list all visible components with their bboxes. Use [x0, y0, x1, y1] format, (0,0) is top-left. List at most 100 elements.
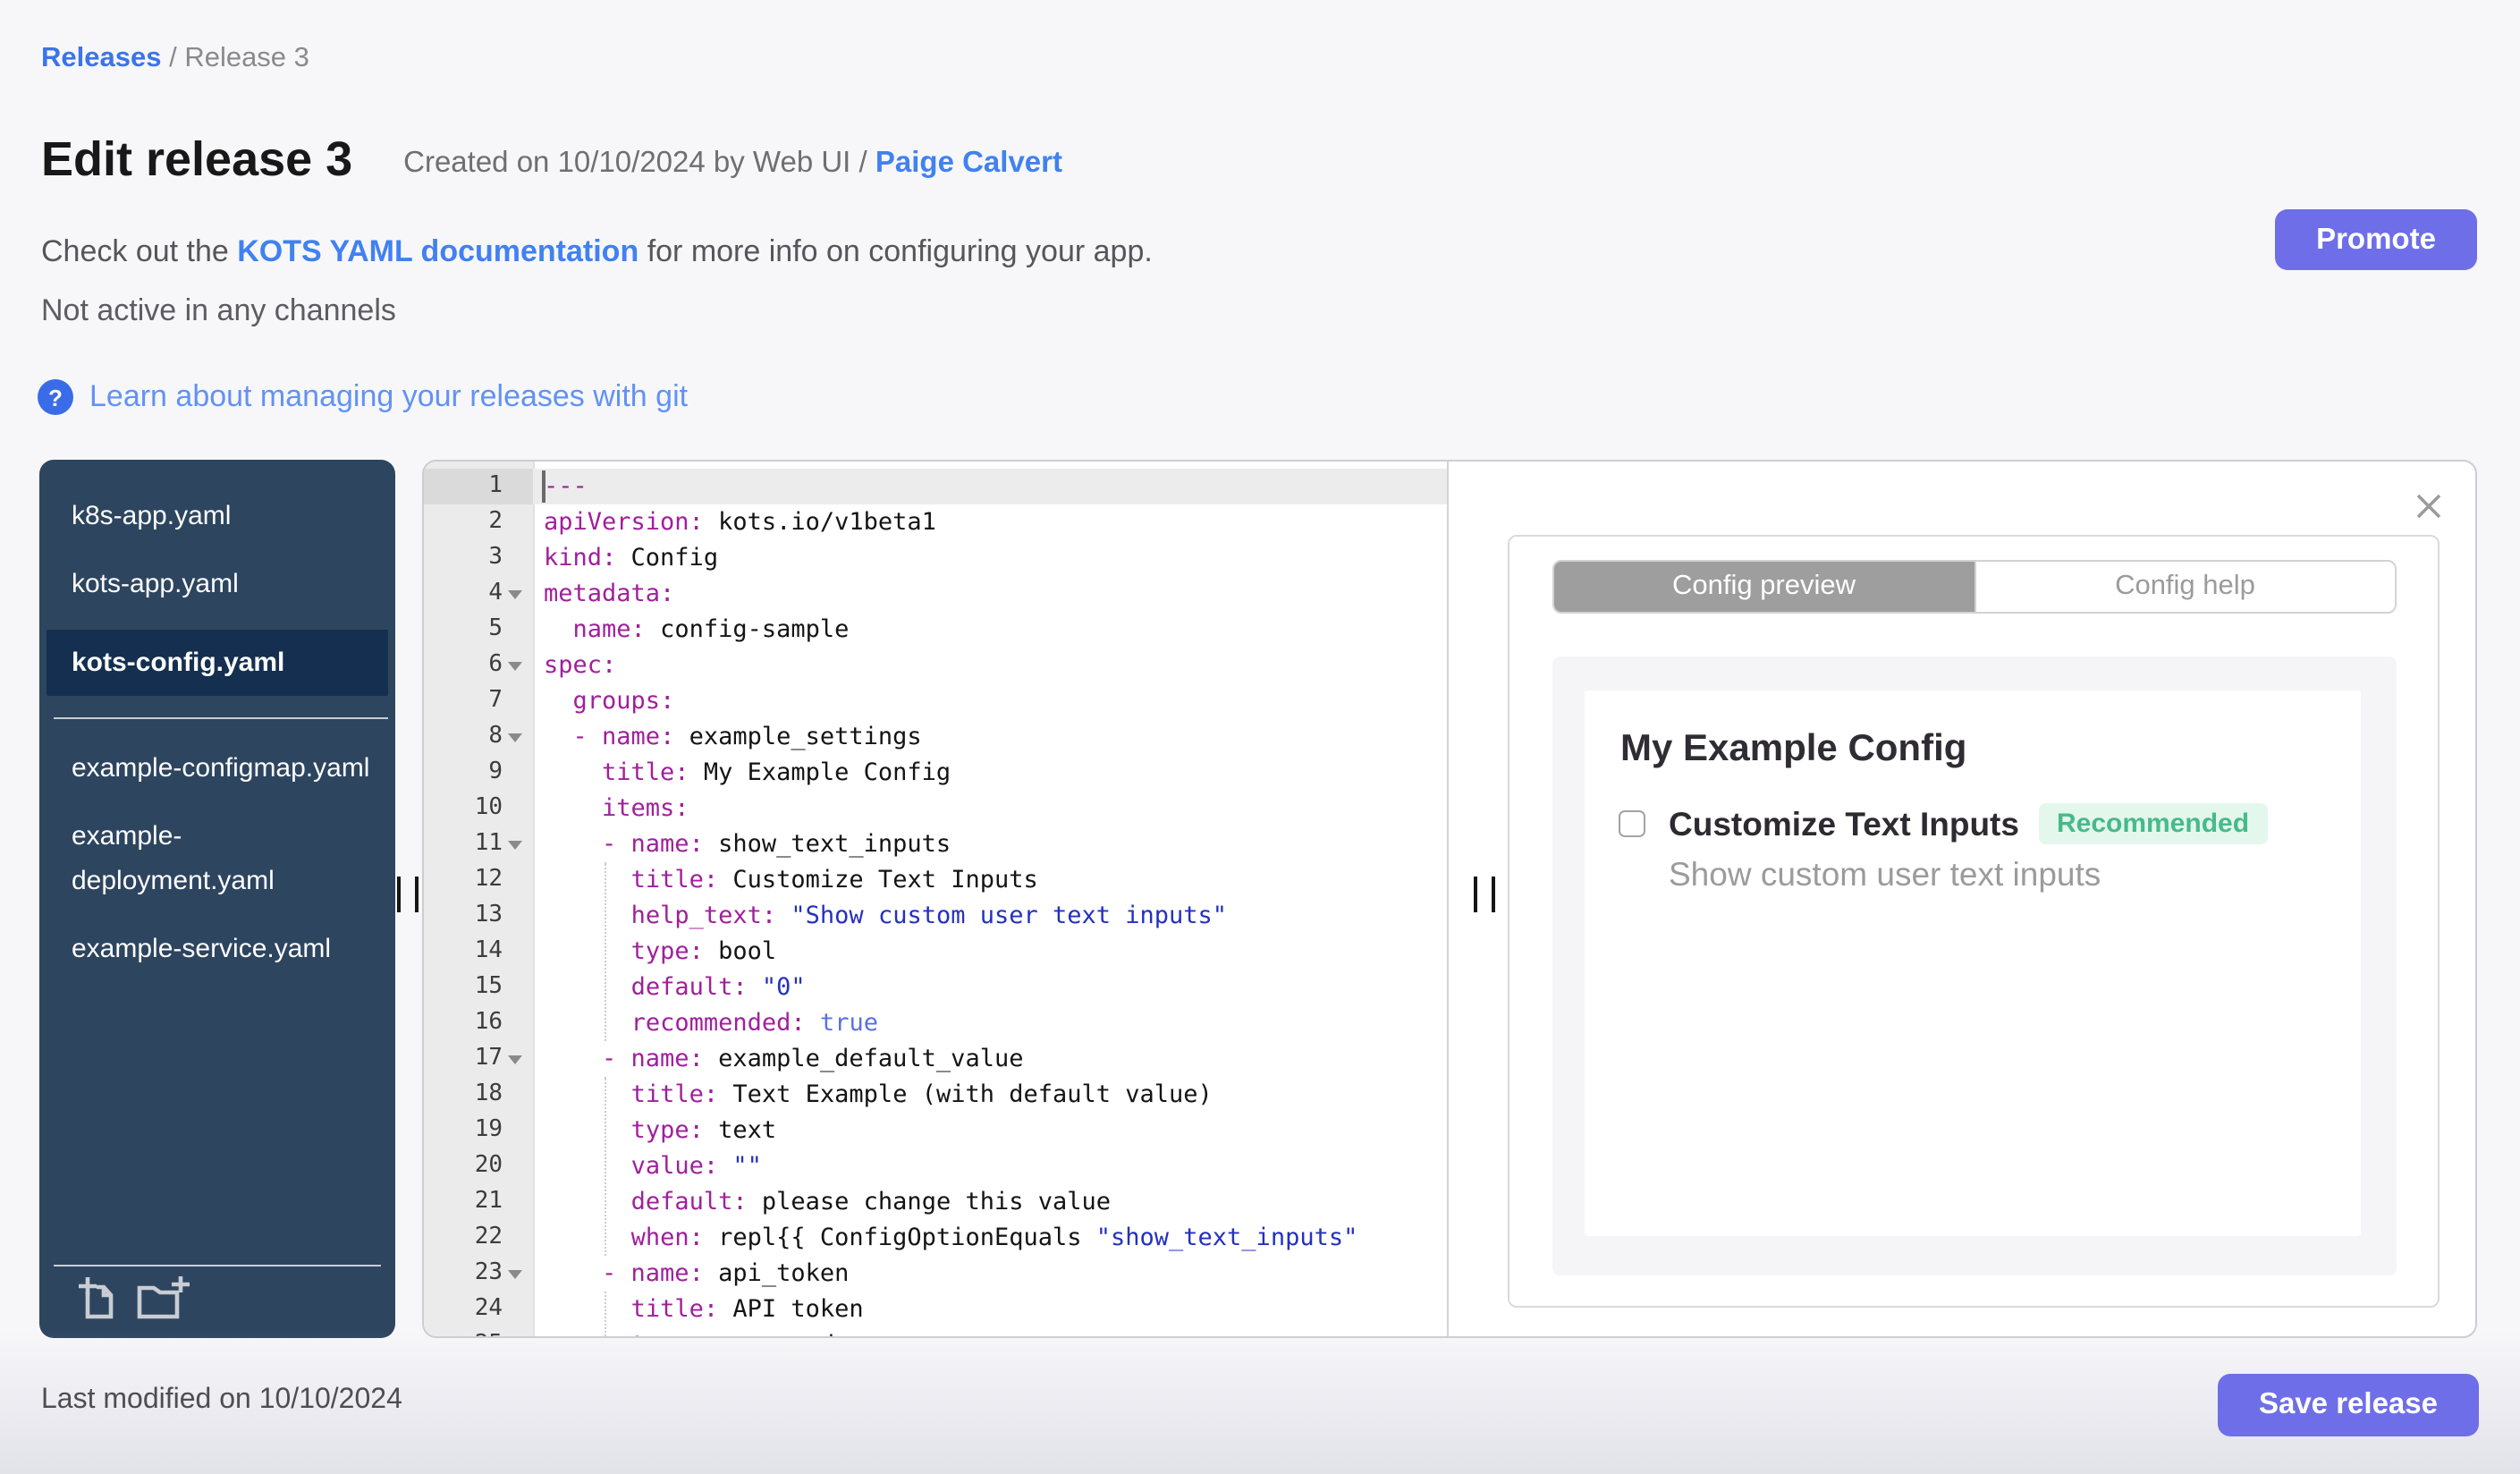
code-line[interactable]: 11 - name: show_text_inputs: [424, 826, 1447, 862]
sidebar-resize-handle-bar[interactable]: [396, 877, 401, 912]
sidebar-resize-handle-bar[interactable]: [414, 877, 419, 912]
last-modified-text: Last modified on 10/10/2024: [41, 1385, 402, 1415]
created-text: Created on 10/10/2024 by Web UI /: [403, 147, 875, 179]
code-text: default: please change this value: [630, 1188, 1112, 1216]
file-tree-bottom-divider: [54, 1265, 381, 1266]
file-tree-item-k8s-app.yaml[interactable]: k8s-app.yaml: [39, 494, 376, 538]
breadcrumb-releases-link[interactable]: Releases: [41, 43, 161, 73]
config-group-card: My Example Config Customize Text Inputs …: [1585, 690, 2361, 1236]
code-line[interactable]: 3 kind: Config: [424, 540, 1447, 576]
code-line[interactable]: 22 when: repl{{ ConfigOptionEquals "show…: [424, 1220, 1447, 1256]
close-icon[interactable]: [2414, 492, 2443, 521]
code-text: - name: api_token: [602, 1259, 850, 1288]
add-folder-icon[interactable]: [136, 1275, 191, 1320]
fold-arrow-icon[interactable]: [508, 1270, 522, 1279]
code-text: title: My Example Config: [602, 758, 951, 787]
file-tree-item-example-service.yaml[interactable]: example-service.yaml: [39, 927, 376, 971]
code-line[interactable]: 5 name: config-sample: [424, 612, 1447, 648]
git-help-label: Learn about managing your releases with …: [89, 379, 689, 413]
file-tree-item-kots-config.yaml[interactable]: kots-config.yaml: [47, 630, 388, 696]
kots-yaml-docs-link[interactable]: KOTS YAML documentation: [237, 234, 638, 268]
code-text: title: API token: [630, 1295, 864, 1324]
line-number: 14: [424, 934, 533, 970]
code-line[interactable]: 16 recommended: true: [424, 1005, 1447, 1041]
code-line[interactable]: 10 items:: [424, 791, 1447, 826]
line-number: 20: [424, 1148, 533, 1184]
code-text: name: config-sample: [572, 615, 850, 644]
code-line[interactable]: 17 - name: example_default_value: [424, 1041, 1447, 1077]
preview-resize-handle-bar[interactable]: [1491, 877, 1495, 912]
code-line[interactable]: 23 - name: api_token: [424, 1256, 1447, 1292]
fold-arrow-icon[interactable]: [508, 1055, 522, 1064]
code-text: items:: [602, 794, 689, 823]
docs-suffix: for more info on configuring your app.: [638, 234, 1153, 268]
add-file-icon[interactable]: [77, 1275, 118, 1320]
code-line[interactable]: 4 metadata:: [424, 576, 1447, 612]
file-tree-divider: [54, 717, 388, 719]
line-number: 2: [424, 504, 533, 540]
code-line[interactable]: 12 title: Customize Text Inputs: [424, 862, 1447, 898]
customize-text-inputs-checkbox[interactable]: [1619, 810, 1645, 837]
file-tree-item-kots-app.yaml[interactable]: kots-app.yaml: [39, 562, 376, 606]
code-text: recommended: true: [630, 1009, 878, 1038]
code-line[interactable]: 19 type: text: [424, 1113, 1447, 1148]
code-line[interactable]: 15 default: "0": [424, 970, 1447, 1005]
code-text: value: "": [630, 1152, 762, 1181]
code-line[interactable]: 2 apiVersion: kots.io/v1beta1: [424, 504, 1447, 540]
indent-guide: [605, 1077, 606, 1256]
line-number: 13: [424, 898, 533, 934]
text-cursor: [542, 470, 545, 503]
code-line[interactable]: 7 groups:: [424, 683, 1447, 719]
code-line[interactable]: 20 value: "": [424, 1148, 1447, 1184]
code-text: type: bool: [630, 937, 777, 966]
file-tree-item-example-deployment.yaml[interactable]: example-deployment.yaml: [39, 814, 376, 903]
code-line[interactable]: 9 title: My Example Config: [424, 755, 1447, 791]
code-line[interactable]: 13 help_text: "Show custom user text inp…: [424, 898, 1447, 934]
created-by-link[interactable]: Paige Calvert: [875, 147, 1062, 179]
line-number: 21: [424, 1184, 533, 1220]
code-text: help_text: "Show custom user text inputs…: [630, 902, 1228, 930]
question-mark-icon: ?: [38, 379, 73, 415]
code-line[interactable]: 21 default: please change this value: [424, 1184, 1447, 1220]
line-number: 10: [424, 791, 533, 826]
config-item-label: Customize Text Inputs: [1669, 804, 2019, 842]
page-title: Edit release 3: [41, 132, 353, 186]
line-number: 9: [424, 755, 533, 791]
code-line[interactable]: 8 - name: example_settings: [424, 719, 1447, 755]
docs-prefix: Check out the: [41, 234, 238, 268]
line-number: 19: [424, 1113, 533, 1148]
code-line[interactable]: 24 title: API token: [424, 1292, 1447, 1327]
code-line[interactable]: 14 type: bool: [424, 934, 1447, 970]
fold-arrow-icon[interactable]: [508, 733, 522, 742]
tab-config-help[interactable]: Config help: [1974, 562, 2395, 612]
line-number: 7: [424, 683, 533, 719]
docs-line: Check out the KOTS YAML documentation fo…: [41, 234, 1153, 270]
breadcrumb-separator: /: [161, 43, 185, 73]
config-preview-area: My Example Config Customize Text Inputs …: [1552, 657, 2397, 1275]
file-tree-item-example-configmap.yaml[interactable]: example-configmap.yaml: [39, 746, 376, 791]
git-help-link[interactable]: ? Learn about managing your releases wit…: [38, 379, 688, 415]
config-item-row: Customize Text Inputs Recommended: [1619, 803, 2268, 844]
config-preview-panel: Config preview Config help My Example Co…: [1447, 462, 2475, 1336]
line-number: 5: [424, 612, 533, 648]
title-row: Edit release 3 Created on 10/10/2024 by …: [41, 132, 1062, 188]
fold-arrow-icon[interactable]: [508, 590, 522, 599]
yaml-editor[interactable]: 1 --- 2 apiVersion: kots.io/v1beta1 3 kind: C…: [424, 462, 1447, 1336]
preview-resize-handle-bar[interactable]: [1473, 877, 1477, 912]
indent-guide: [605, 862, 606, 1041]
code-text: metadata:: [544, 580, 675, 608]
line-number: 12: [424, 862, 533, 898]
code-line[interactable]: 18 title: Text Example (with default val…: [424, 1077, 1447, 1113]
line-number: 18: [424, 1077, 533, 1113]
code-text: ---: [533, 469, 1447, 504]
code-line[interactable]: 1 ---: [424, 469, 1447, 504]
code-text: - name: example_settings: [572, 723, 922, 751]
code-rows: 1 --- 2 apiVersion: kots.io/v1beta1 3 kind: C…: [424, 462, 1447, 1336]
fold-arrow-icon[interactable]: [508, 662, 522, 671]
save-release-button[interactable]: Save release: [2218, 1374, 2479, 1436]
code-line[interactable]: 6 spec:: [424, 648, 1447, 683]
tab-config-preview[interactable]: Config preview: [1554, 562, 1974, 612]
promote-button[interactable]: Promote: [2275, 209, 2477, 270]
fold-arrow-icon[interactable]: [508, 841, 522, 850]
indent-guide: [605, 1292, 606, 1336]
